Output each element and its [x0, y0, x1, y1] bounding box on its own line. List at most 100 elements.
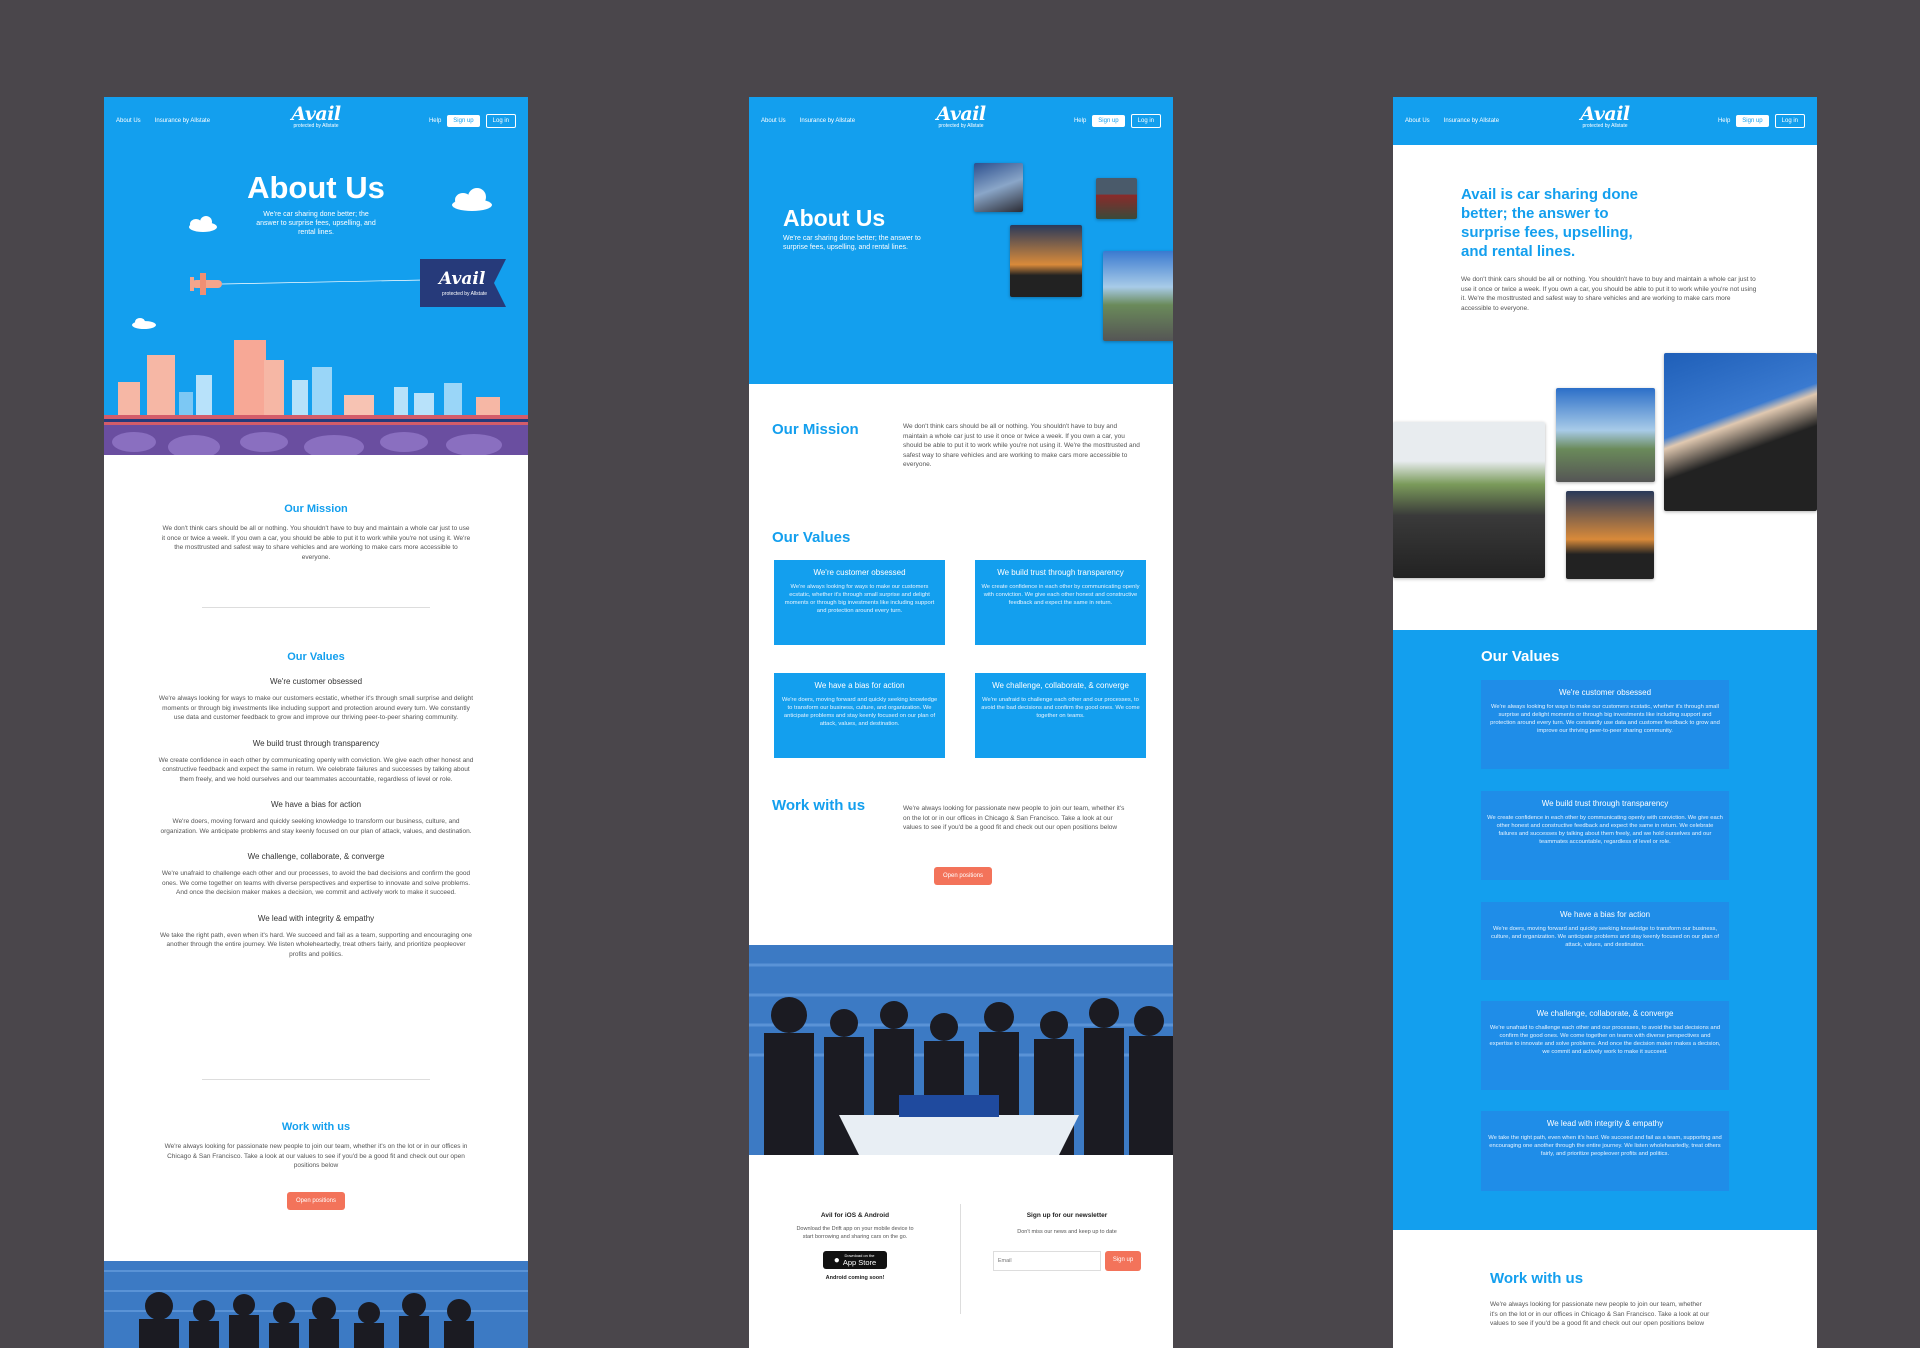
work-text: We're always looking for passionate new … [903, 805, 1125, 831]
android-note: Android coming soon! [825, 1275, 885, 1281]
value-card-title: We build trust through transparency [1541, 799, 1669, 808]
app-store-label: App Store [842, 1258, 877, 1267]
photo-sunset-lot [1566, 491, 1654, 579]
hero-subtitle: We're car sharing done better; the answe… [783, 235, 921, 251]
mission-text: We don't think cars should be all or not… [161, 525, 471, 561]
work-title: Work with us [281, 1121, 351, 1133]
value-text: We're unafraid to challenge each other a… [161, 870, 471, 896]
value-card-title: We're customer obsessed [1558, 688, 1652, 697]
value-title: We lead with integrity & empathy [257, 913, 375, 923]
value-card-text: We're always looking for ways to make ou… [1490, 704, 1720, 734]
value-card-text: We're unafraid to challenge each other a… [1489, 1025, 1721, 1055]
app-title: Avil for iOS & Android [820, 1212, 890, 1219]
mockup-board-collage: About Us Insurance by Allstate Avail pro… [1393, 97, 1817, 1348]
newsletter-title: Sign up for our newsletter [1026, 1212, 1108, 1219]
value-text: We take the right path, even when it's h… [159, 931, 473, 958]
mission-title: Our Mission [284, 503, 348, 515]
value-card-title: We have a bias for action [1559, 910, 1651, 919]
value-card-text: We're always looking for ways to make ou… [784, 584, 935, 614]
hero-text: We don't think cars should be all or not… [1461, 276, 1757, 312]
nav-insurance[interactable]: Insurance by Allstate [1444, 118, 1499, 124]
value-card-title: We're customer obsessed [813, 568, 906, 577]
value-title: We build trust through transparency [252, 738, 380, 748]
open-positions-button[interactable]: Open positions [286, 1191, 346, 1210]
value-card: We challenge, collaborate, & converge We… [975, 673, 1146, 758]
section-divider [202, 1079, 430, 1080]
sign-up-button[interactable]: Sign up [1736, 115, 1769, 127]
svg-text:Avail: Avail [437, 269, 486, 289]
photo-team-selfie [1664, 353, 1817, 511]
value-title: We challenge, collaborate, & converge [247, 852, 385, 861]
mission-title: Our Mission [772, 421, 859, 438]
work-title: Work with us [772, 797, 866, 814]
value-title: We're customer obsessed [269, 677, 363, 686]
work-text: We're always looking for passionate new … [1490, 1301, 1710, 1327]
value-card: We're customer obsessed We're always loo… [1481, 680, 1729, 769]
plane-icon [190, 273, 425, 295]
open-positions-button[interactable]: Open positions [934, 867, 993, 885]
city-illustration: Avail protected by Allstate [104, 188, 528, 455]
mission-text: We don't think cars should be all or not… [903, 423, 1140, 468]
value-card: We build trust through transparency We c… [975, 560, 1146, 645]
value-card: We build trust through transparency We c… [1481, 791, 1729, 880]
value-card-text: We're doers, moving forward and quickly … [781, 697, 938, 727]
avail-logo[interactable]: Avail protected by Allstate [1580, 103, 1630, 130]
nav-insurance[interactable]: Insurance by Allstate [800, 118, 855, 124]
value-card: We're customer obsessed We're always loo… [774, 560, 945, 645]
apple-icon: ● [833, 1254, 840, 1266]
photo-team-selfie [974, 163, 1023, 212]
value-card-text: We're doers, moving forward and quickly … [1490, 926, 1720, 948]
values-section: Our Values We're customer obsessed We're… [104, 651, 528, 959]
log-in-button[interactable]: Log in [1130, 114, 1161, 128]
app-text: Download the Drift app on your mobile de… [796, 1226, 914, 1240]
logo-wordmark: Avail [1580, 103, 1630, 125]
hero-title: Avail is car sharing done better; the an… [1461, 186, 1639, 260]
section-divider [202, 607, 430, 608]
team-photo [104, 1261, 528, 1348]
photo-desert-road [1556, 388, 1655, 482]
nav-help[interactable]: Help [1718, 118, 1730, 124]
svg-text:protected by Allstate: protected by Allstate [442, 291, 487, 297]
cloud-icon [132, 188, 492, 329]
value-card-text: We take the right path, even when it's h… [1488, 1135, 1722, 1157]
value-card-title: We challenge, collaborate, & converge [1536, 1009, 1674, 1018]
team-photo [749, 945, 1173, 1155]
mockup-board-centered: About Us Insurance by Allstate Avail pro… [104, 97, 528, 1348]
avail-banner-icon: Avail protected by Allstate [420, 259, 506, 307]
value-text: We're doers, moving forward and quickly … [160, 818, 472, 835]
email-field[interactable] [992, 1251, 1101, 1271]
photo-driving [1393, 422, 1545, 578]
top-nav: About Us Insurance by Allstate Avail pro… [749, 97, 1173, 145]
log-in-button[interactable]: Log in [1774, 114, 1805, 128]
nav-help[interactable]: Help [1074, 118, 1086, 124]
values-title: Our Values [1481, 648, 1560, 665]
photo-garage [1096, 178, 1137, 219]
logo-subtitle: protected by Allstate [1582, 123, 1628, 129]
newsletter-signup-button[interactable]: Sign up [1104, 1251, 1142, 1271]
avail-logo[interactable]: Avail protected by Allstate [936, 105, 986, 130]
value-text: We create confidence in each other by co… [158, 756, 474, 783]
mockup-board-split: About Us Insurance by Allstate Avail pro… [749, 97, 1173, 1348]
nav-about-us[interactable]: About Us [1405, 118, 1430, 124]
value-card: We challenge, collaborate, & converge We… [1481, 1001, 1729, 1090]
value-card: We have a bias for action We're doers, m… [1481, 902, 1729, 980]
hero-title: About Us [783, 205, 886, 231]
value-card-title: We lead with integrity & empathy [1546, 1119, 1664, 1128]
value-text: We're always looking for ways to make ou… [158, 695, 474, 721]
photo-desert-road [1103, 251, 1173, 341]
value-title: We have a bias for action [270, 800, 362, 809]
value-card-title: We have a bias for action [814, 681, 905, 690]
values-title: Our Values [287, 651, 345, 663]
value-card: We lead with integrity & empathy We take… [1481, 1111, 1729, 1191]
value-card-title: We challenge, collaborate, & converge [992, 681, 1129, 690]
values-title: Our Values [772, 529, 851, 546]
value-card-text: We create confidence in each other by co… [981, 584, 1140, 606]
value-card-text: We're unafraid to challenge each other a… [981, 697, 1140, 719]
value-card-text: We create confidence in each other by co… [1487, 815, 1723, 845]
sign-up-button[interactable]: Sign up [1092, 115, 1125, 127]
app-store-badge[interactable]: ● Download on the App Store [823, 1251, 887, 1269]
logo-subtitle: protected by Allstate [938, 123, 984, 129]
nav-about-us[interactable]: About Us [761, 118, 786, 124]
newsletter-text: Don't miss our news and keep up to date [1017, 1229, 1117, 1235]
value-card: We have a bias for action We're doers, m… [774, 673, 945, 758]
